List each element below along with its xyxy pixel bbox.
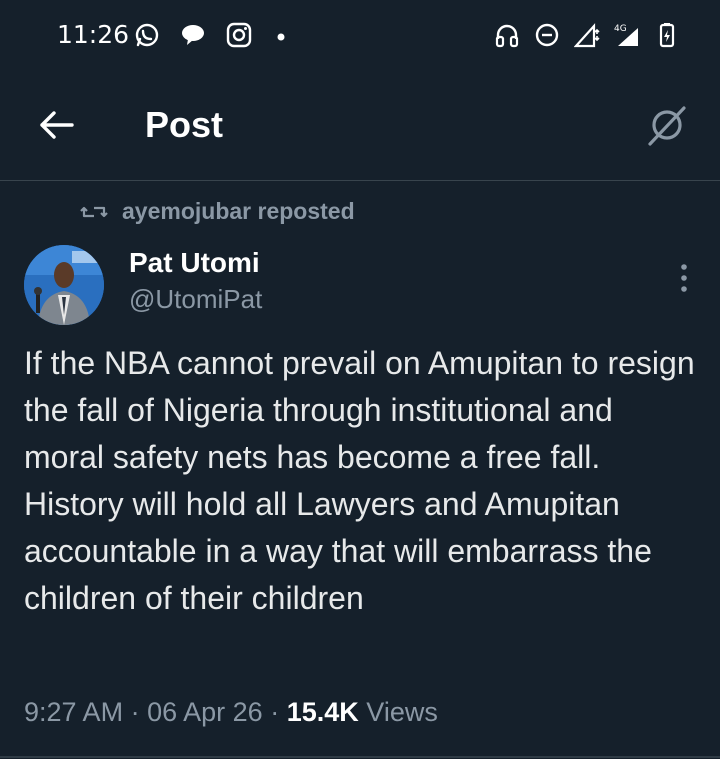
grok-icon[interactable] xyxy=(644,102,690,148)
meta-separator: · xyxy=(130,697,140,727)
author-handle[interactable]: @UtomiPat xyxy=(129,284,262,315)
more-options-icon[interactable] xyxy=(678,262,690,294)
views-label[interactable]: Views xyxy=(366,697,438,727)
divider xyxy=(0,756,720,758)
dot-icon xyxy=(277,33,285,41)
repost-icon xyxy=(80,206,108,217)
views-count[interactable]: 15.4K xyxy=(287,697,359,727)
chat-bubble-icon xyxy=(182,25,204,45)
status-time: 11:26 xyxy=(57,20,130,49)
headphones-icon xyxy=(495,24,519,48)
network-type-label: 4G xyxy=(614,24,627,34)
instagram-icon xyxy=(226,22,252,48)
top-app-bar: Post xyxy=(0,72,720,181)
repost-indicator: ayemojubar reposted xyxy=(80,198,355,225)
signal-icon xyxy=(574,23,600,48)
page-title: Post xyxy=(145,104,224,145)
status-right-icons: 4G xyxy=(494,22,680,48)
status-bar: 11:26 4G xyxy=(0,0,720,72)
back-arrow-icon[interactable] xyxy=(36,105,76,145)
whatsapp-icon xyxy=(135,23,159,47)
post-metadata: 9:27 AM · 06 Apr 26 · 15.4K Views xyxy=(24,697,438,728)
avatar-image xyxy=(24,245,104,325)
battery-icon xyxy=(659,23,675,48)
repost-label[interactable]: ayemojubar reposted xyxy=(122,198,355,225)
dnd-icon xyxy=(535,23,559,47)
post-text: If the NBA cannot prevail on Amupitan to… xyxy=(24,345,704,616)
avatar[interactable] xyxy=(24,245,104,325)
post-time: 9:27 AM xyxy=(24,697,124,727)
meta-separator: · xyxy=(270,697,280,727)
status-left-icons xyxy=(134,22,298,48)
post-date: 06 Apr 26 xyxy=(147,697,263,727)
signal-4g-icon: 4G xyxy=(614,24,638,46)
author-name[interactable]: Pat Utomi xyxy=(129,247,260,279)
